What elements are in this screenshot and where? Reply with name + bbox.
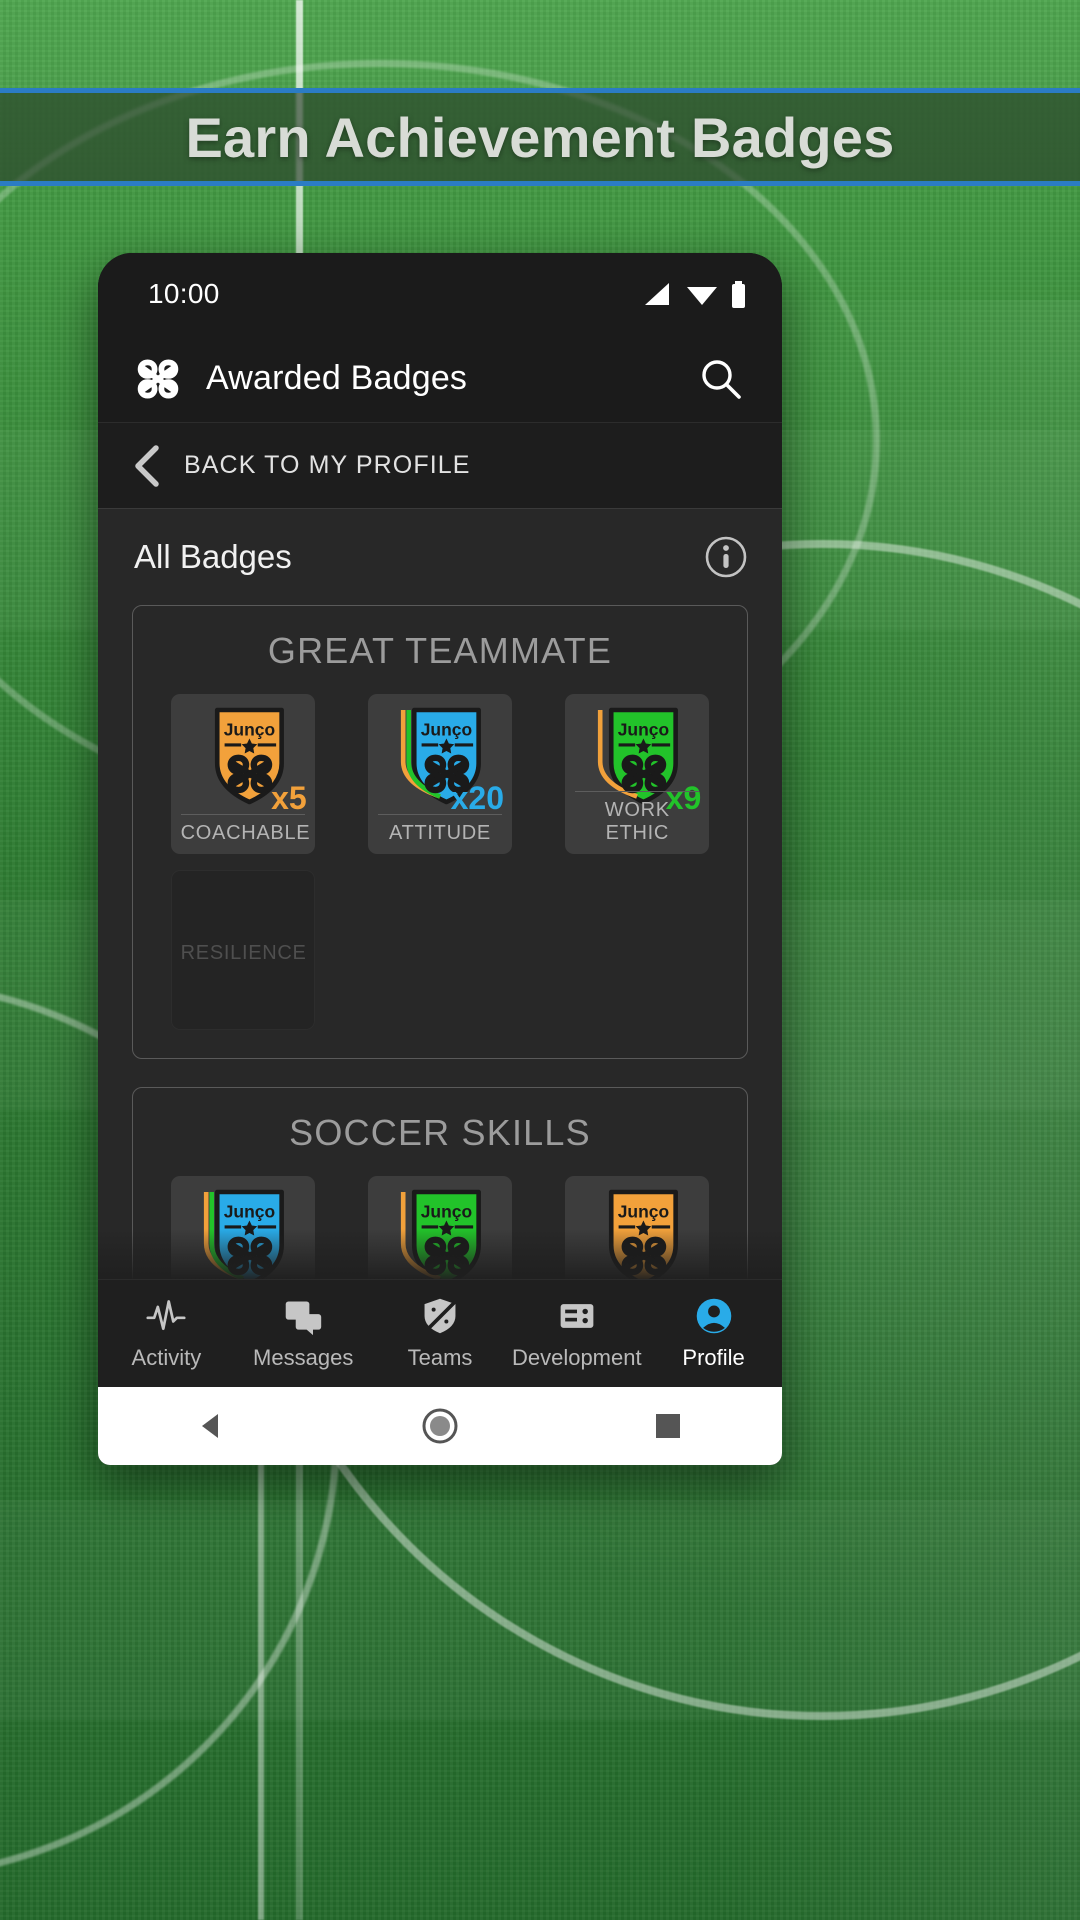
badge-tile[interactable]: Junço x9 WORK ETHIC — [565, 694, 710, 854]
nav-item-teams[interactable]: Teams — [372, 1296, 509, 1371]
mow-stripe — [0, 0, 1080, 90]
status-bar: 10:00 — [98, 253, 782, 335]
badge-label: COACHABLE — [180, 814, 310, 845]
badge-tile[interactable]: RESILIENCE — [170, 870, 315, 1030]
svg-text:Junço: Junço — [421, 1202, 472, 1222]
badge-crest-art: Junço — [394, 1186, 486, 1279]
badge-label: RESILIENCE — [180, 942, 307, 964]
phone-mockup: 10:00 Awarded Badges BACK TO MY PROFILE … — [98, 253, 782, 1465]
pulse-icon — [146, 1296, 186, 1336]
nav-item-activity[interactable]: Activity — [98, 1296, 235, 1371]
chevron-left-icon — [135, 444, 159, 487]
badge-tile[interactable]: Junço x5 COACHABLE — [170, 694, 315, 854]
badge-crest: Junço — [609, 1189, 679, 1279]
person-icon — [694, 1296, 734, 1336]
bottom-navigation: Activity Messages Teams Development Profile — [98, 1279, 782, 1387]
nav-label: Profile — [682, 1345, 745, 1370]
badge-count: x20 — [450, 780, 504, 816]
svg-text:Junço: Junço — [618, 1202, 669, 1222]
group-title: GREAT TEAMMATE — [267, 630, 613, 671]
dashboard-icon — [557, 1296, 597, 1336]
nav-label: Activity — [131, 1345, 202, 1370]
badge-tile[interactable]: Junço — [565, 1176, 710, 1279]
signal-icon — [645, 283, 669, 305]
search-button[interactable] — [694, 352, 748, 406]
badge-tile[interactable]: Junço — [170, 1176, 315, 1279]
chat-icon — [283, 1296, 323, 1336]
badge-crest-art: Junço — [197, 1186, 289, 1279]
system-navigation-bar — [98, 1387, 782, 1465]
badge-crest: Junço — [203, 1189, 284, 1279]
system-home-button[interactable] — [417, 1403, 463, 1449]
nav-item-development[interactable]: Development — [508, 1296, 645, 1371]
shield-icon — [420, 1296, 460, 1336]
wifi-icon — [687, 287, 717, 305]
junco-knot-logo — [137, 358, 179, 399]
badge-label: ATTITUDE — [377, 814, 502, 845]
search-icon — [702, 359, 741, 399]
all-badges-header: All Badges — [98, 509, 782, 597]
nav-label: Development — [511, 1345, 642, 1370]
svg-text:Junço: Junço — [223, 1202, 274, 1222]
badge-group-card: GREAT TEAMMATE Junço x5COACHABLE Junço — [132, 605, 748, 1059]
badge-tile[interactable]: Junço x20 ATTITUDE — [367, 694, 512, 854]
badge-crest: Junço — [400, 1189, 481, 1279]
badge-crest-art: Junço — [591, 1186, 683, 1279]
banner-headline: Earn Achievement Badges — [185, 105, 895, 169]
status-icons — [643, 280, 746, 308]
triangle-back-icon — [202, 1414, 218, 1438]
svg-text:Junço: Junço — [223, 720, 274, 740]
back-label: BACK TO MY PROFILE — [184, 451, 471, 479]
nav-label: Teams — [407, 1345, 473, 1370]
nav-item-messages[interactable]: Messages — [235, 1296, 372, 1371]
battery-icon — [732, 280, 745, 308]
info-button[interactable] — [704, 535, 748, 579]
svg-text:Junço: Junço — [421, 720, 472, 740]
page-title: Awarded Badges — [206, 359, 468, 397]
nav-label: Messages — [253, 1345, 354, 1370]
square-recents-icon — [656, 1414, 680, 1438]
info-icon — [705, 536, 747, 578]
badge-grid: Junço x5 COACHABLE Junço x20 ATTITUDE Ju… — [151, 694, 729, 1030]
svg-text:Junço: Junço — [618, 720, 669, 740]
badge-group-card: SOCCER SKILLS Junço Junço Junço — [132, 1087, 748, 1279]
app-bar: Awarded Badges — [98, 335, 782, 423]
badge-grid: Junço Junço Junço — [151, 1176, 729, 1279]
status-clock: 10:00 — [148, 278, 220, 309]
badge-tile[interactable]: Junço — [367, 1176, 512, 1279]
back-to-profile-bar[interactable]: BACK TO MY PROFILE — [98, 423, 782, 509]
badge-count: x5 — [271, 780, 307, 816]
all-badges-title: All Badges — [134, 538, 292, 575]
circle-home-icon — [422, 1408, 458, 1444]
promo-banner: Earn Achievement Badges — [0, 88, 1080, 186]
system-back-button[interactable] — [189, 1403, 235, 1449]
badge-label: WORK ETHIC — [575, 791, 700, 845]
badges-content: All Badges GREAT TEAMMATE Junço x5 COACH… — [98, 509, 782, 1279]
group-title: SOCCER SKILLS — [289, 1112, 591, 1153]
system-recents-button[interactable] — [645, 1403, 691, 1449]
nav-item-profile[interactable]: Profile — [645, 1296, 782, 1371]
